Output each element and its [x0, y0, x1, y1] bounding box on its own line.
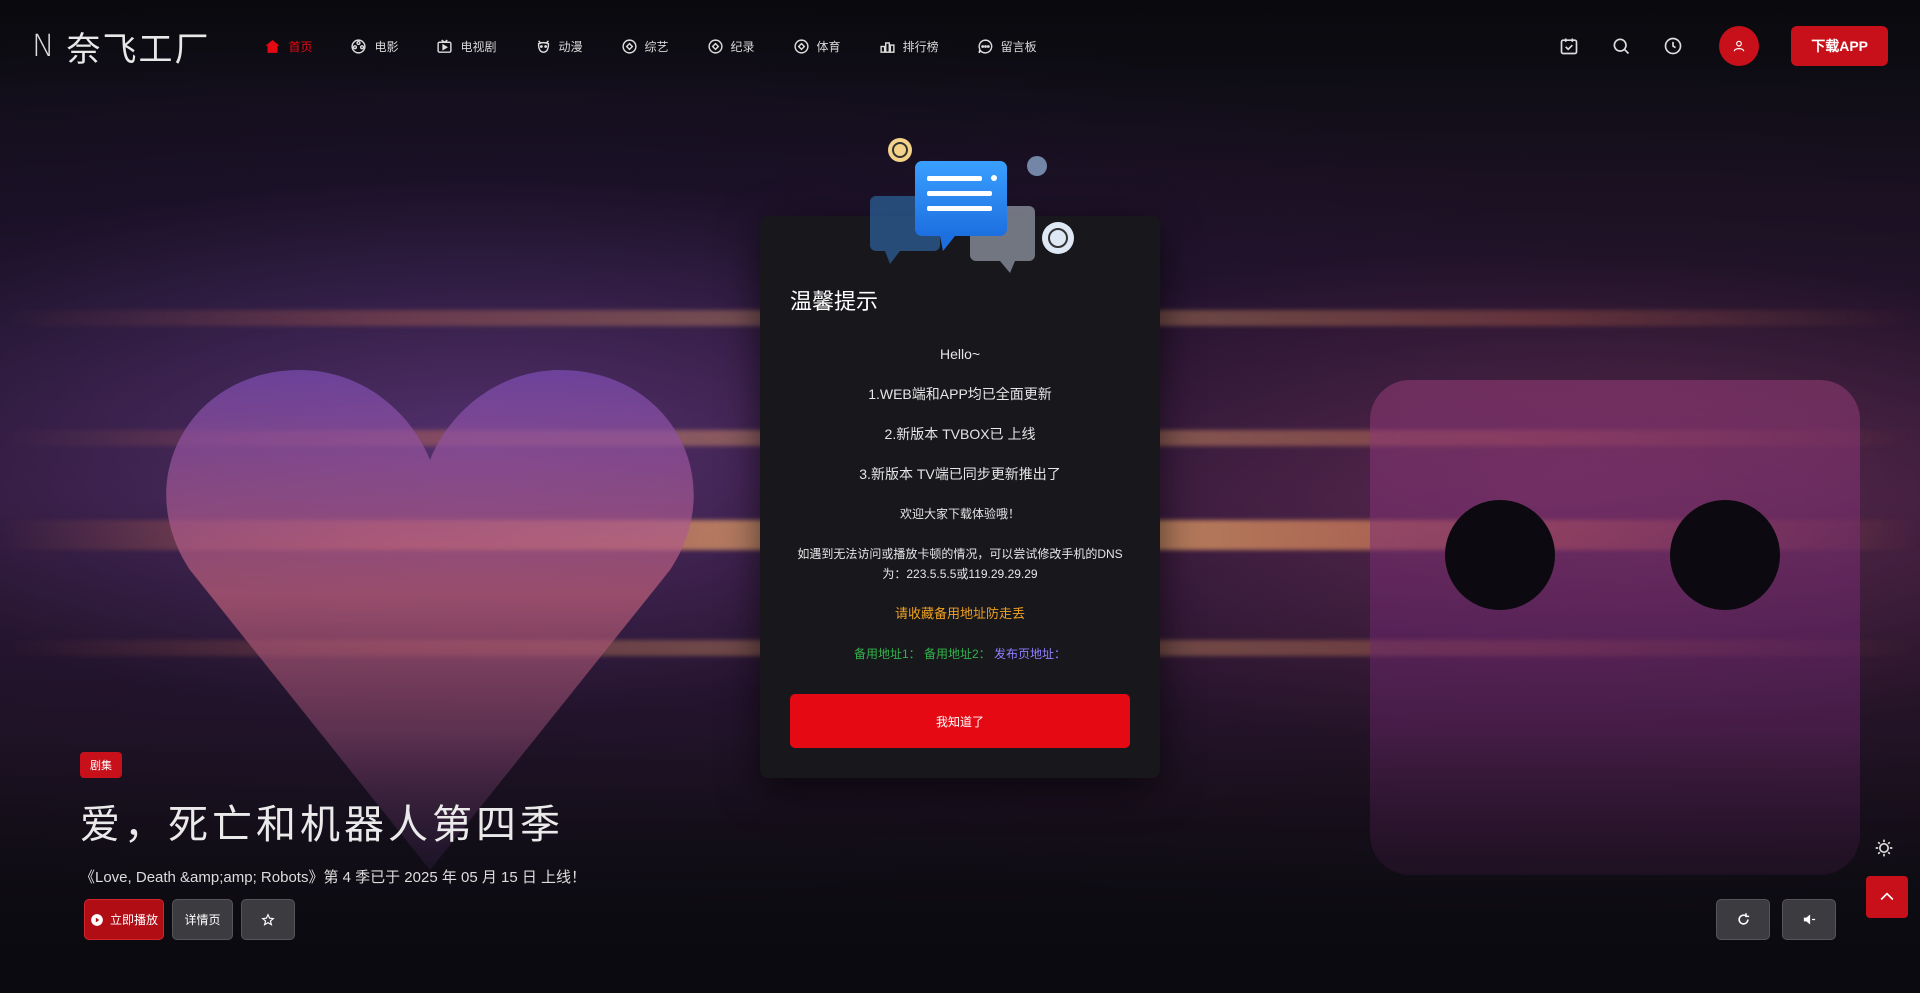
- modal-line: 1.WEB端和APP均已全面更新: [868, 386, 1052, 402]
- search-icon[interactable]: [1609, 34, 1633, 58]
- refresh-icon: [1737, 913, 1749, 925]
- nav-label: 动漫: [558, 39, 583, 54]
- notice-modal: 温馨提示 Hello~ 1.WEB端和APP均已全面更新 2.新版本 TVBOX…: [760, 138, 1160, 778]
- nav-label: 体育: [816, 39, 841, 54]
- bear-face-icon: [537, 39, 549, 53]
- logo-text: 奈飞工厂: [66, 30, 211, 69]
- download-app-button[interactable]: 下载APP: [1791, 26, 1888, 66]
- modal-body: Hello~ 1.WEB端和APP均已全面更新 2.新版本 TVBOX已 上线 …: [790, 344, 1130, 684]
- badge-icon: [707, 38, 723, 54]
- nav-label: 纪录: [730, 39, 755, 54]
- nav-label: 排行榜: [902, 39, 939, 54]
- nav-label: 留言板: [1000, 39, 1037, 54]
- chat-icon: [978, 38, 992, 54]
- release-page-link[interactable]: 发布页地址：: [994, 647, 1066, 661]
- nav-item-movies[interactable]: 电影: [334, 26, 414, 66]
- nav-item-variety[interactable]: 综艺: [605, 26, 685, 66]
- modal-links: 备用地址1： 备用地址2： 发布页地址：: [790, 644, 1130, 664]
- modal-line: 3.新版本 TV端已同步更新推出了: [859, 466, 1061, 482]
- hero-actions: 立即播放 详情页: [84, 899, 295, 940]
- nav-item-guestbook[interactable]: 留言板: [961, 26, 1053, 66]
- sun-icon: [1875, 839, 1893, 857]
- nav-label: 综艺: [644, 39, 669, 54]
- nav-label: 电影: [374, 39, 399, 54]
- detail-button[interactable]: 详情页: [172, 899, 233, 940]
- modal-line: 欢迎大家下载体验哦！: [899, 507, 1020, 521]
- modal-line: 如遇到无法访问或播放卡顿的情况，可以尝试修改手机的DNS为：223.5.5.5或…: [797, 547, 1123, 581]
- film-reel-icon: [351, 38, 367, 54]
- nav-item-documentary[interactable]: 纪录: [691, 26, 771, 66]
- user-icon: [1733, 40, 1745, 52]
- nav-label: 电视剧: [460, 39, 497, 54]
- podium-icon: [879, 41, 895, 53]
- speaker-icon: [1803, 914, 1815, 925]
- site-logo[interactable]: N 奈飞工厂: [32, 22, 210, 71]
- modal-title: 温馨提示: [790, 289, 879, 314]
- nav-item-ranking[interactable]: 排行榜: [863, 26, 955, 66]
- header-actions: 下载APP: [1557, 26, 1888, 66]
- modal-line: 2.新版本 TVBOX已 上线: [884, 426, 1036, 442]
- mute-button[interactable]: [1782, 899, 1836, 940]
- home-icon: [265, 39, 281, 53]
- backup-link-2[interactable]: 备用地址2：: [924, 647, 991, 661]
- hero-title: 爱，死亡和机器人第四季: [80, 803, 564, 847]
- replay-button[interactable]: [1716, 899, 1770, 940]
- chat-bubbles-illustration: [870, 138, 1074, 273]
- play-button-label: 立即播放: [109, 913, 158, 927]
- nav-label: 首页: [288, 39, 313, 54]
- nav-item-tv[interactable]: 电视剧: [420, 26, 512, 66]
- favorite-button[interactable]: [241, 899, 295, 940]
- theme-toggle-button[interactable]: [1870, 834, 1898, 862]
- history-clock-icon[interactable]: [1661, 34, 1685, 58]
- hero-subtitle: 《Love, Death &amp;amp; Robots》第 4 季已于 20…: [80, 869, 587, 886]
- user-account-button[interactable]: [1719, 26, 1760, 66]
- checkin-calendar-icon[interactable]: [1557, 34, 1581, 58]
- star-icon: [261, 912, 275, 926]
- play-button[interactable]: 立即播放: [84, 899, 164, 940]
- hero-media-controls: [1716, 899, 1836, 940]
- backup-link-1[interactable]: 备用地址1：: [854, 647, 921, 661]
- chevron-up-icon: [1880, 892, 1894, 901]
- modal-notice: 请收藏备用地址防走丢: [894, 606, 1025, 621]
- hero-info: 剧集 爱，死亡和机器人第四季 《Love, Death &amp;amp; Ro…: [80, 752, 586, 887]
- tv-play-icon: [437, 39, 453, 53]
- play-icon: [91, 913, 103, 926]
- logo-letter: N: [32, 28, 57, 64]
- top-header: N 奈飞工厂 首页 电影 电视剧 动漫 综艺 纪录 体育 排行榜 留言板 下载A…: [0, 0, 1920, 92]
- confirm-button[interactable]: 我知道了: [790, 694, 1130, 748]
- nav-item-sports[interactable]: 体育: [777, 26, 857, 66]
- nav-item-anime[interactable]: 动漫: [519, 26, 599, 66]
- badge-icon: [793, 38, 809, 54]
- badge-icon: [621, 38, 637, 54]
- main-nav: 首页 电影 电视剧 动漫 综艺 纪录 体育 排行榜 留言板: [248, 26, 1052, 66]
- back-to-top-button[interactable]: [1866, 876, 1908, 918]
- modal-line: Hello~: [939, 346, 981, 362]
- nav-item-home[interactable]: 首页: [248, 26, 328, 66]
- category-badge: 剧集: [80, 752, 122, 778]
